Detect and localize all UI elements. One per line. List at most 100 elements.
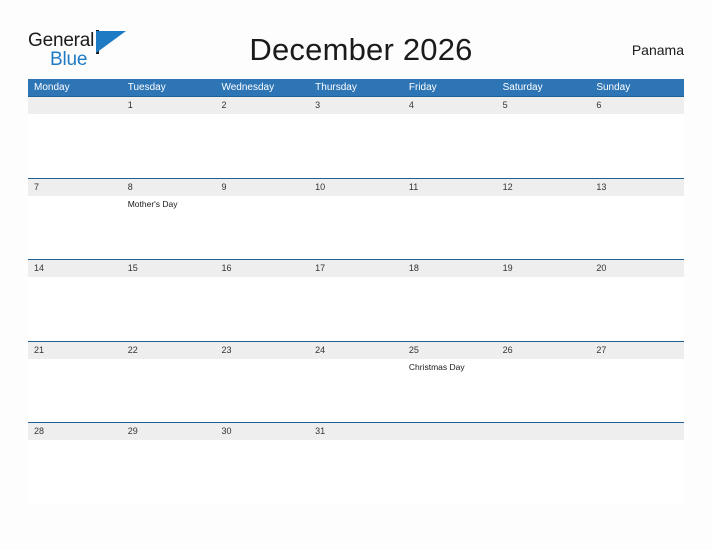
day-cell[interactable]: 9: [215, 178, 310, 259]
day-events: Christmas Day: [403, 359, 497, 373]
day-events: [403, 440, 497, 442]
weekday-header-row: Monday Tuesday Wednesday Thursday Friday…: [28, 79, 684, 96]
day-events: [215, 277, 309, 279]
weekday-header-thursday: Thursday: [315, 82, 357, 93]
page-header: General Blue December 2026 Panama: [28, 26, 684, 74]
day-number: 31: [315, 426, 326, 436]
day-events: [122, 277, 216, 279]
day-number: 9: [221, 181, 227, 192]
day-cell-empty: [28, 97, 122, 178]
day-events: [122, 114, 216, 116]
calendar-weeks: 1 2 3 4 5 6 7 8 Mother's Day 9 10 11 12 13 14 15 16 17 18 1…: [28, 96, 685, 504]
day-events: [28, 196, 122, 198]
day-cell[interactable]: 25 Christmas Day: [402, 341, 497, 422]
day-cell[interactable]: 17: [309, 260, 403, 341]
day-cell[interactable]: 22: [121, 341, 216, 422]
day-events: [403, 196, 497, 198]
holiday-event: Mother's Day: [127, 198, 178, 209]
day-events: [497, 359, 591, 361]
day-events: [309, 196, 403, 198]
day-cell[interactable]: 30: [215, 423, 310, 504]
day-cell[interactable]: 20: [590, 260, 685, 341]
day-events: [403, 277, 497, 279]
day-cell[interactable]: 11: [402, 178, 497, 259]
day-number: [403, 423, 497, 440]
day-cell[interactable]: 2: [215, 97, 310, 178]
week-row: 1 2 3 4 5 6: [28, 96, 685, 178]
day-cell[interactable]: 31: [309, 423, 403, 504]
day-number: 17: [315, 263, 326, 273]
day-cell[interactable]: 10: [309, 178, 403, 259]
day-number: 11: [408, 181, 419, 192]
day-cell-empty: [590, 423, 685, 504]
day-cell[interactable]: 24: [309, 341, 403, 422]
logo-text-general: General: [28, 30, 95, 51]
day-cell[interactable]: 23: [215, 341, 310, 422]
day-cell[interactable]: 21: [28, 341, 122, 422]
day-cell[interactable]: 4: [402, 97, 497, 178]
weekday-header-saturday: Saturday: [502, 82, 543, 93]
day-cell[interactable]: 18: [402, 260, 497, 341]
day-number: 19: [502, 263, 513, 273]
day-number: 28: [34, 426, 45, 436]
day-cell[interactable]: 6: [590, 97, 685, 178]
day-number: 30: [221, 426, 232, 436]
day-events: [28, 359, 122, 361]
day-cell[interactable]: 7: [28, 178, 122, 259]
day-cell[interactable]: 5: [496, 97, 591, 178]
day-events: [215, 359, 309, 361]
general-blue-logo[interactable]: General Blue: [28, 27, 138, 73]
page-title: December 2026: [249, 32, 473, 67]
day-events: [309, 277, 403, 279]
day-number: 1: [127, 100, 133, 110]
day-number: 25: [408, 344, 419, 355]
day-events: [309, 114, 403, 116]
day-number: 13: [596, 181, 607, 192]
day-cell[interactable]: 3: [309, 97, 403, 178]
day-number: 4: [408, 100, 414, 110]
day-number: [28, 97, 122, 114]
week-row: 28 29 30 31: [28, 422, 685, 504]
day-events: [28, 440, 122, 442]
day-number: 26: [502, 344, 513, 355]
day-cell[interactable]: 13: [590, 178, 685, 259]
weekday-header-monday: Monday: [34, 82, 70, 93]
day-events: [590, 114, 684, 116]
day-number: 5: [502, 100, 508, 110]
day-events: [28, 114, 122, 116]
day-cell[interactable]: 12: [496, 178, 591, 259]
day-events: [497, 196, 591, 198]
day-number: 21: [34, 344, 45, 355]
day-events: [403, 114, 497, 116]
day-cell[interactable]: 28: [28, 423, 122, 504]
day-cell[interactable]: 29: [121, 423, 216, 504]
day-number: [590, 423, 684, 440]
day-cell[interactable]: 14: [28, 260, 122, 341]
day-cell[interactable]: 1: [121, 97, 216, 178]
day-cell[interactable]: 8 Mother's Day: [121, 178, 216, 259]
day-cell[interactable]: 15: [121, 260, 216, 341]
day-number: 23: [221, 344, 232, 355]
calendar-grid: Monday Tuesday Wednesday Thursday Friday…: [28, 79, 685, 504]
day-events: [215, 440, 309, 442]
day-number: 10: [315, 181, 326, 192]
logo-text-blue: Blue: [50, 49, 88, 70]
day-cell[interactable]: 19: [496, 260, 591, 341]
day-cell[interactable]: 26: [496, 341, 591, 422]
day-events: [497, 114, 591, 116]
day-events: [590, 196, 684, 198]
day-cell[interactable]: 27: [590, 341, 685, 422]
week-row: 7 8 Mother's Day 9 10 11 12 13: [28, 177, 685, 259]
day-number: 22: [127, 344, 138, 355]
day-events: [590, 359, 684, 361]
day-cell[interactable]: 16: [215, 260, 310, 341]
week-row: 14 15 16 17 18 19 20: [28, 259, 685, 341]
day-events: [309, 359, 403, 361]
day-number: 27: [596, 344, 607, 355]
day-events: [309, 440, 403, 442]
day-events: [122, 440, 216, 442]
weekday-header-sunday: Sunday: [596, 82, 631, 93]
day-number: 2: [221, 100, 227, 110]
day-events: [215, 196, 309, 198]
day-cell-empty: [402, 423, 497, 504]
